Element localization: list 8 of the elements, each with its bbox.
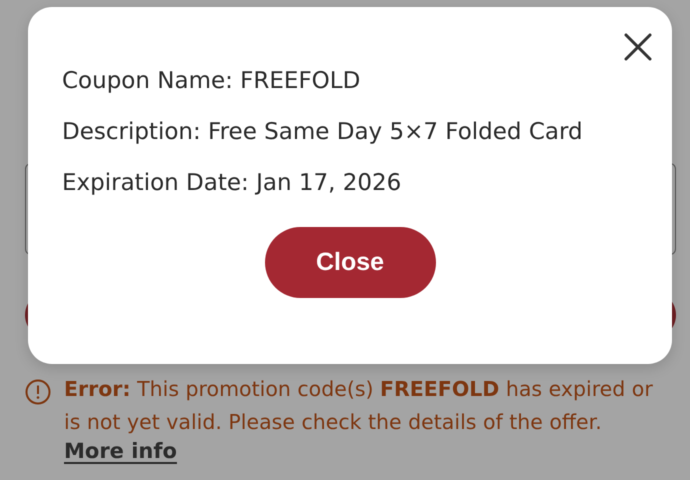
more-info-link[interactable]: More info <box>64 439 177 463</box>
close-icon[interactable] <box>623 32 653 62</box>
close-button[interactable]: Close <box>264 227 436 298</box>
coupon-detail: Coupon Name: FREEFOLD <box>62 67 362 95</box>
error-message: Error: This promotion code(s) FREEFOLD has expired or is not yet valid. Please check the details of the offer. <box>64 376 654 436</box>
coupon-detail: Expiration Date: Jan 17, 2026 <box>62 169 402 197</box>
error-icon <box>25 379 51 405</box>
coupon-detail: Description: Free Same Day 5×7 Folded Card <box>62 118 584 146</box>
